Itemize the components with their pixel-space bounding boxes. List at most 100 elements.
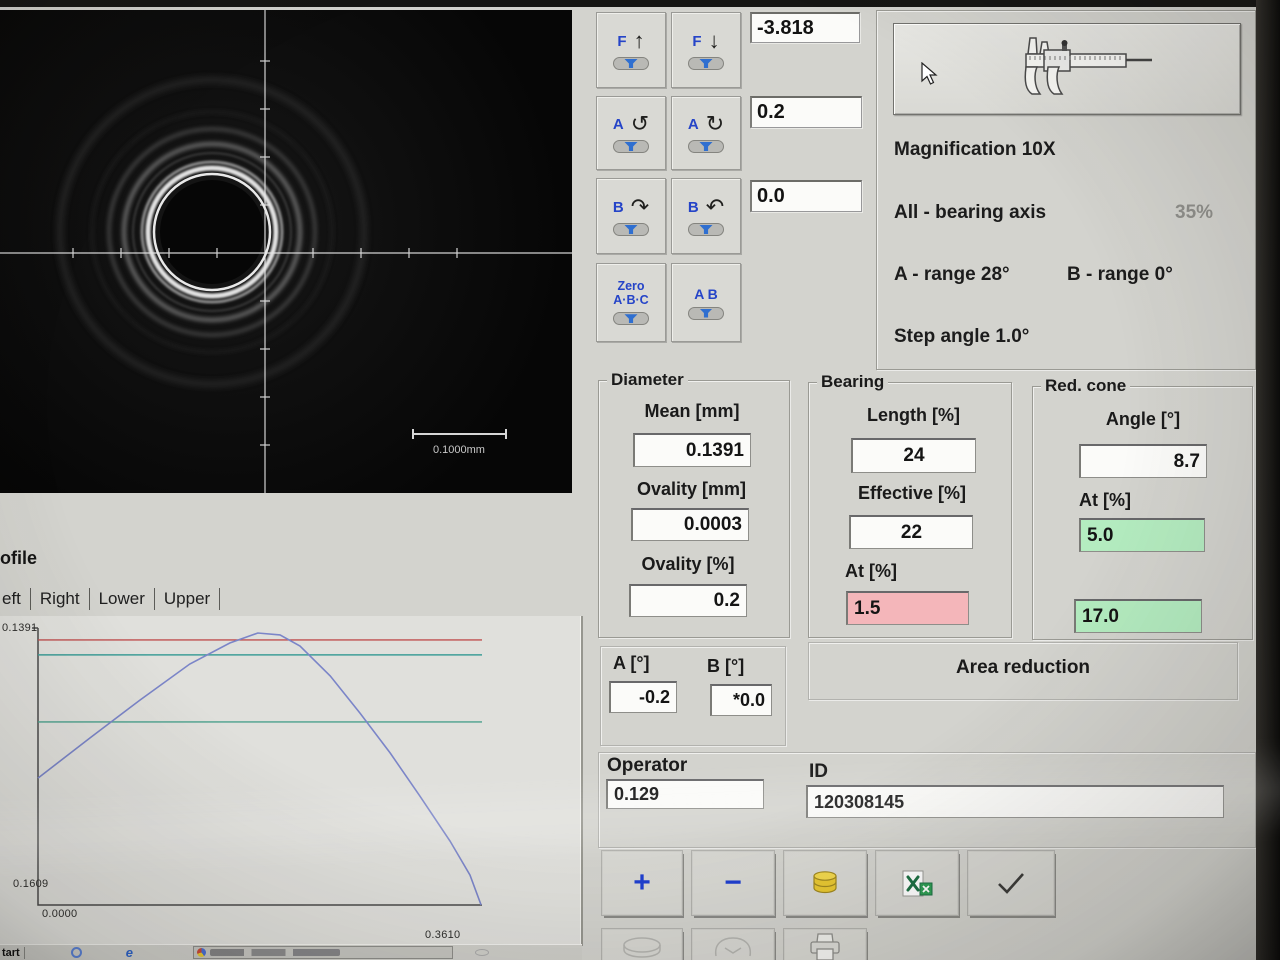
area-reduction-box: Area reduction [808, 642, 1238, 700]
die-icon [688, 57, 724, 70]
measurement-info-panel: Magnification 10X All - bearing axis 35%… [876, 10, 1256, 370]
die-icon [688, 307, 724, 320]
x-axis-right-label: 0.3610 [425, 929, 460, 941]
rotate-ccw-icon: ↺ [631, 113, 649, 135]
a-position-display: 0.2 [750, 96, 862, 128]
die-rings [60, 80, 364, 384]
button-label: B [613, 199, 624, 216]
checkmark-icon [994, 870, 1028, 896]
camera-view-panel: 0.1000mm [0, 10, 572, 493]
operator-id-group: Operator 0.129 ID 120308145 [598, 752, 1256, 848]
zero-abc-button[interactable]: ZeroA·B·C [596, 263, 666, 342]
print-button[interactable] [783, 928, 867, 960]
bearing-at-field: 1.5 [846, 591, 969, 625]
profile-section-title: ofile [0, 548, 37, 569]
b-angle-label: B [°] [707, 656, 744, 677]
die-profile-view-button[interactable] [691, 928, 775, 960]
b-rotate-ccw-button[interactable]: B↶ [671, 178, 741, 254]
diameter-group: Diameter Mean [mm] 0.1391 Ovality [mm] 0… [598, 380, 790, 638]
arrow-down-icon: ↓ [709, 30, 720, 52]
tab-separator [219, 588, 220, 610]
taskbar-window-button[interactable] [193, 946, 453, 959]
bearing-effective-label: Effective [%] [847, 483, 977, 504]
caliper-measure-button[interactable] [893, 23, 1241, 115]
y-axis-top-label: 0.1391 [2, 622, 37, 634]
bearing-axis-value: 35% [1175, 202, 1213, 224]
internet-explorer-icon[interactable]: e [126, 945, 133, 960]
cone-angle-field: 8.7 [1079, 444, 1207, 478]
y-axis-bottom-label: 0.1609 [13, 878, 48, 890]
taskbar-separator [24, 947, 25, 959]
id-input[interactable]: 120308145 [806, 785, 1224, 818]
bearing-group: Bearing Length [%] 24 Effective [%] 22 A… [808, 382, 1012, 638]
tab-right[interactable]: Right [31, 589, 89, 609]
die-top-icon [619, 933, 665, 960]
arrow-up-icon: ↑ [634, 30, 645, 52]
die-hole-image: 0.1000mm [0, 10, 572, 493]
a-angle-label: A [°] [613, 653, 650, 674]
die-icon [613, 312, 649, 325]
caliper-icon [982, 30, 1192, 110]
ovality-mm-field: 0.0003 [631, 508, 749, 541]
cone-angle-label: Angle [°] [1079, 409, 1207, 430]
a-rotate-ccw-button[interactable]: A↺ [596, 96, 666, 170]
quicklaunch-icon[interactable] [71, 947, 82, 958]
mouse-cursor-icon [920, 62, 940, 86]
bearing-axis-label: All - bearing axis [894, 202, 1046, 224]
tray-icon [475, 949, 489, 956]
operator-label: Operator [607, 755, 687, 777]
operator-input[interactable]: 0.129 [606, 779, 764, 809]
excel-icon [902, 870, 933, 897]
tab-lower[interactable]: Lower [90, 589, 154, 609]
button-label: A B [694, 286, 718, 302]
die-icon [613, 57, 649, 70]
button-label: F [617, 33, 626, 50]
excel-export-button[interactable] [875, 850, 959, 916]
die-icon [688, 223, 724, 236]
a-b-button[interactable]: A B [671, 263, 741, 342]
window-divider [581, 616, 583, 946]
tab-left[interactable]: eft [0, 589, 30, 609]
remove-button[interactable]: − [691, 850, 775, 916]
cone-at-label: At [%] [1079, 490, 1131, 511]
button-label: Zero [617, 280, 644, 294]
button-label: B [688, 199, 699, 216]
button-label: A [688, 116, 699, 133]
tab-upper[interactable]: Upper [155, 589, 219, 609]
button-sublabel: A·B·C [613, 294, 648, 308]
confirm-button[interactable] [967, 850, 1055, 916]
minus-icon: − [724, 868, 742, 898]
bearing-group-title: Bearing [817, 372, 888, 392]
step-angle-label: Step angle 1.0° [894, 326, 1029, 348]
a-rotate-cw-button[interactable]: A↻ [671, 96, 741, 170]
ovality-mm-label: Ovality [mm] [624, 479, 759, 500]
b-rotate-cw-button[interactable]: B↷ [596, 178, 666, 254]
button-label: A [613, 116, 624, 133]
id-label: ID [809, 761, 828, 783]
add-button[interactable]: + [601, 850, 683, 916]
mean-mm-label: Mean [mm] [631, 401, 753, 422]
monitor-bezel-right [1256, 0, 1280, 960]
bearing-effective-field: 22 [849, 515, 973, 549]
feed-up-button[interactable]: F↑ [596, 12, 666, 88]
bearing-at-label: At [%] [845, 561, 897, 582]
button-label: F [692, 33, 701, 50]
monitor-bezel-top [0, 0, 1280, 7]
die-top-view-button[interactable] [601, 928, 683, 960]
rotate-arc-right-icon: ↷ [631, 196, 649, 218]
b-angle-field: *0.0 [710, 684, 772, 716]
diameter-group-title: Diameter [607, 370, 688, 390]
mean-mm-field: 0.1391 [633, 433, 751, 467]
die-icon [613, 140, 649, 153]
scale-bar [413, 429, 506, 439]
profile-chart-panel: 0.1391 0.1609 0.0000 0.3610 [0, 616, 580, 946]
feed-down-button[interactable]: F↓ [671, 12, 741, 88]
database-button[interactable] [783, 850, 867, 916]
start-button[interactable]: tart [0, 947, 24, 959]
bearing-length-label: Length [%] [851, 405, 976, 426]
die-icon [613, 223, 649, 236]
app-icon [197, 948, 206, 957]
taskbar: tart e [0, 944, 582, 960]
b-position-display: 0.0 [750, 180, 862, 212]
red-cone-group: Red. cone Angle [°] 8.7 At [%] 5.0 17.0 [1032, 386, 1253, 640]
